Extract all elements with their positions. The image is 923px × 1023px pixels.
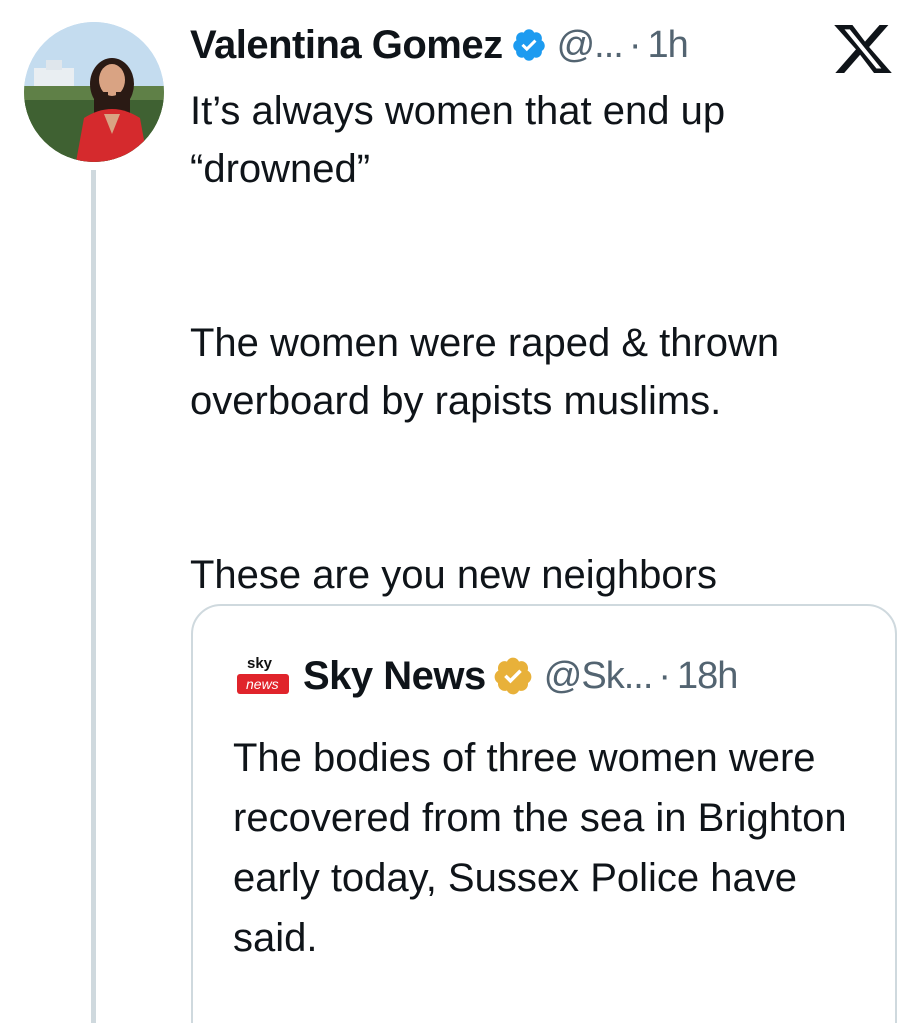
news-logo-text: news [246,676,279,692]
avatar-photo [24,22,164,162]
quoted-tweet-body: The bodies of three women were recovered… [233,736,847,960]
sky-news-logo[interactable]: sky news [233,652,293,700]
avatar[interactable] [24,22,164,162]
tweet-line: It’s always women that end up “drowned” [190,89,726,191]
tweet-body: It’s always women that end up “drowned” … [190,82,890,604]
gold-verified-icon [494,657,532,695]
sky-logo-text: sky [247,655,273,672]
tweet-line: The women were raped & thrown overboard … [190,321,780,423]
quoted-tweet-card[interactable]: sky news Sky News @Sk... · 18h The bodie… [191,604,897,1023]
verified-check-icon [512,29,545,61]
tweet-card[interactable]: Valentina Gomez @... · 1h It’s always wo… [0,0,923,1023]
quoted-tweet-header: sky news Sky News @Sk... · 18h [233,652,738,700]
x-logo-icon[interactable] [834,25,892,73]
quoted-author-name[interactable]: Sky News [303,654,486,699]
timestamp[interactable]: 1h [648,24,689,67]
quoted-timestamp[interactable]: 18h [677,655,738,698]
quoted-author-handle[interactable]: @Sk... [544,655,654,698]
thread-connector-line [91,170,96,1023]
author-name[interactable]: Valentina Gomez [190,23,503,68]
tweet-line: These are you new neighbors [190,553,717,597]
tweet-header: Valentina Gomez @... · 1h [190,12,689,78]
separator-dot: · [658,654,672,697]
author-handle[interactable]: @... [557,24,624,67]
separator-dot: · [628,23,642,66]
